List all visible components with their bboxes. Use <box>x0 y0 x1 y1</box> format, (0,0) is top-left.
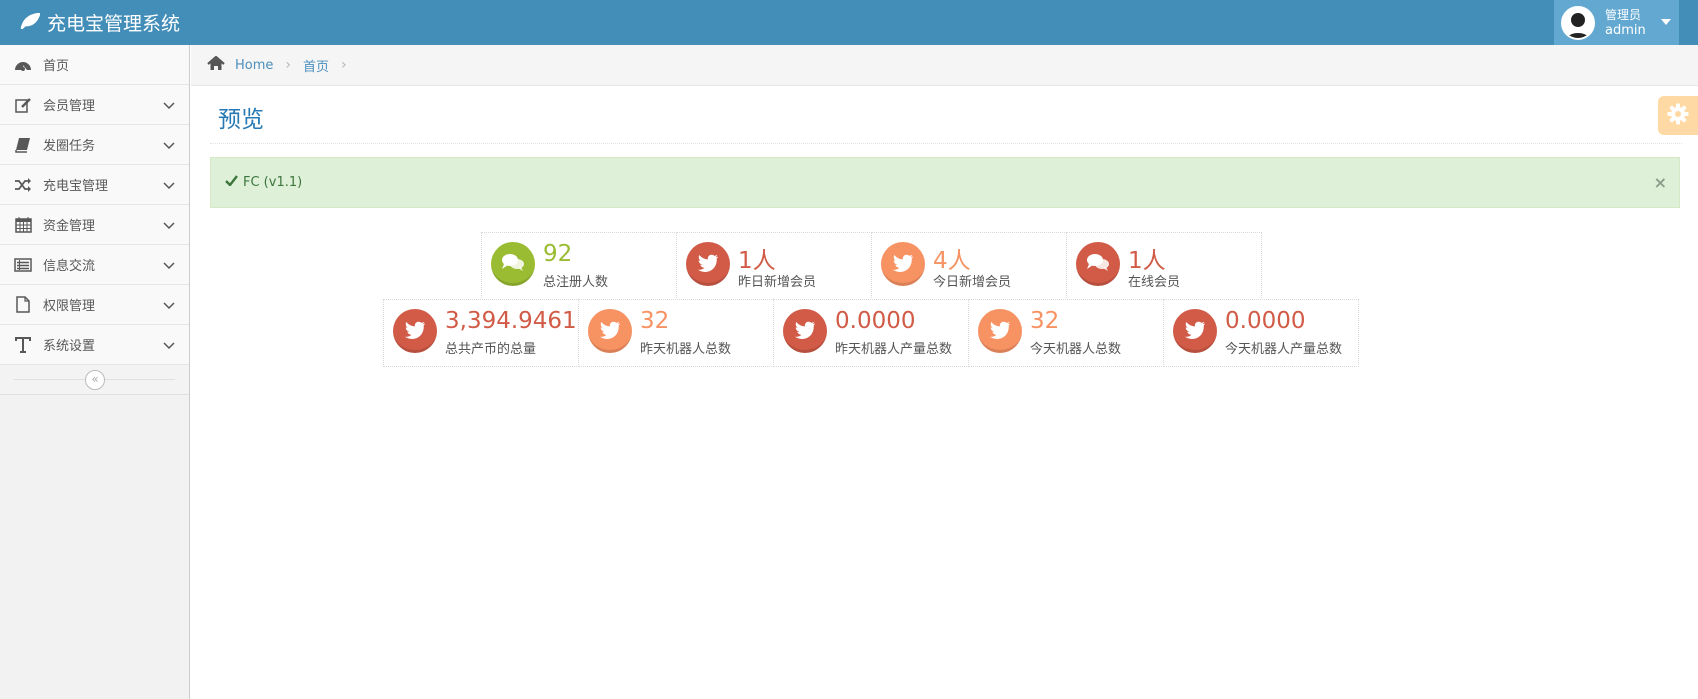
stat-label: 昨日新增会员 <box>738 275 817 290</box>
stat-box-robots-today: 32 今天机器人总数 <box>968 299 1164 367</box>
chevron-down-icon <box>163 339 175 354</box>
success-alert: FC (v1.1) × <box>210 157 1680 208</box>
sidebar-item-label: 信息交流 <box>43 259 96 274</box>
sidebar-item-messages[interactable]: 信息交流 <box>0 245 189 285</box>
stat-value: 0.0000 <box>835 308 916 334</box>
stat-box-online: 1人 在线会员 <box>1066 232 1262 300</box>
sidebar-item-label: 权限管理 <box>43 299 96 314</box>
stat-value: 3,394.9461 <box>445 308 577 334</box>
stat-label: 昨天机器人产量总数 <box>835 342 953 357</box>
sidebar-item-label: 资金管理 <box>43 219 96 234</box>
twitter-icon <box>881 242 925 286</box>
chevron-down-icon <box>163 299 175 314</box>
home-icon <box>207 55 225 75</box>
stat-value: 1人 <box>738 248 776 274</box>
sidebar-item-label: 充电宝管理 <box>43 179 109 194</box>
chevron-down-icon <box>163 179 175 194</box>
twitter-icon <box>393 309 437 353</box>
chevron-down-icon <box>163 99 175 114</box>
stat-label: 在线会员 <box>1128 275 1181 290</box>
user-menu[interactable]: 管理员 admin <box>1554 0 1679 45</box>
sidebar: 首页 会员管理 发圈任务 充电宝管理 资金管理 信息交流 权限管理 系统设置 « <box>0 45 190 699</box>
stat-box-total-registered: 92 总注册人数 <box>481 232 677 300</box>
stat-value: 92 <box>543 241 573 267</box>
sidebar-item-label: 发圈任务 <box>43 139 96 154</box>
stat-label: 总共产币的总量 <box>445 342 537 357</box>
alert-text: FC (v1.1) <box>243 175 303 190</box>
random-icon <box>13 177 33 192</box>
breadcrumb-home[interactable]: Home <box>235 58 273 73</box>
stat-box-robots-yesterday: 32 昨天机器人总数 <box>578 299 774 367</box>
chevron-right-icon: › <box>285 57 291 73</box>
breadcrumb-current[interactable]: 首页 <box>303 56 329 75</box>
edit-icon <box>13 97 33 113</box>
chevron-down-icon <box>163 219 175 234</box>
page-header: 预览 <box>210 86 1682 144</box>
chevron-right-icon: › <box>341 57 347 73</box>
stat-box-total-coins: 3,394.9461 总共产币的总量 <box>383 299 579 367</box>
stat-value: 4人 <box>933 248 971 274</box>
user-name: admin <box>1605 22 1646 38</box>
file-icon <box>13 296 33 313</box>
stat-value: 32 <box>640 308 670 334</box>
comments-icon <box>1076 242 1120 286</box>
breadcrumb: Home › 首页 › <box>191 45 1698 86</box>
stat-value: 0.0000 <box>1225 308 1306 334</box>
double-chevron-left-icon[interactable]: « <box>85 370 105 390</box>
sidebar-item-permissions[interactable]: 权限管理 <box>0 285 189 325</box>
caret-down-icon[interactable] <box>1661 19 1671 25</box>
twitter-icon <box>978 309 1022 353</box>
chevron-down-icon <box>163 139 175 154</box>
list-icon <box>13 257 33 272</box>
sidebar-item-settings[interactable]: 系统设置 <box>0 325 189 365</box>
twitter-icon <box>686 242 730 286</box>
dashboard-icon <box>13 58 33 72</box>
book-icon <box>13 137 33 153</box>
stat-box-robot-output-yesterday: 0.0000 昨天机器人产量总数 <box>773 299 969 367</box>
stat-value: 1人 <box>1128 248 1166 274</box>
sidebar-item-home[interactable]: 首页 <box>0 45 189 85</box>
gear-icon <box>1667 103 1689 129</box>
sidebar-item-powerbank[interactable]: 充电宝管理 <box>0 165 189 205</box>
text-icon <box>13 336 33 353</box>
stat-label: 今日新增会员 <box>933 275 1012 290</box>
sidebar-item-label: 会员管理 <box>43 99 96 114</box>
sidebar-item-label: 首页 <box>43 59 70 74</box>
stat-value: 32 <box>1030 308 1060 334</box>
stat-label: 今天机器人总数 <box>1030 342 1122 357</box>
twitter-icon <box>588 309 632 353</box>
sidebar-item-tasks[interactable]: 发圈任务 <box>0 125 189 165</box>
close-icon[interactable]: × <box>1654 173 1667 192</box>
stat-box-new-today: 4人 今日新增会员 <box>871 232 1067 300</box>
avatar <box>1561 5 1595 40</box>
sidebar-item-members[interactable]: 会员管理 <box>0 85 189 125</box>
chevron-down-icon <box>163 259 175 274</box>
stat-label: 总注册人数 <box>543 275 609 290</box>
leaf-icon <box>20 12 47 34</box>
settings-toggle-button[interactable] <box>1658 96 1698 135</box>
twitter-icon <box>783 309 827 353</box>
stat-box-new-yesterday: 1人 昨日新增会员 <box>676 232 872 300</box>
sidebar-collapse-row: « <box>0 365 189 395</box>
calendar-icon <box>13 216 33 233</box>
twitter-icon <box>1173 309 1217 353</box>
stat-label: 昨天机器人总数 <box>640 342 732 357</box>
brand[interactable]: 充电宝管理系统 <box>20 0 180 45</box>
stat-label: 今天机器人产量总数 <box>1225 342 1343 357</box>
sidebar-item-label: 系统设置 <box>43 339 96 354</box>
check-icon <box>225 175 238 190</box>
stat-box-robot-output-today: 0.0000 今天机器人产量总数 <box>1163 299 1359 367</box>
user-role: 管理员 <box>1605 7 1642 22</box>
app-title: 充电宝管理系统 <box>47 13 181 35</box>
sidebar-item-funds[interactable]: 资金管理 <box>0 205 189 245</box>
page-title: 预览 <box>218 107 264 133</box>
navbar: 充电宝管理系统 管理员 admin <box>0 0 1698 45</box>
comments-icon <box>491 242 535 286</box>
